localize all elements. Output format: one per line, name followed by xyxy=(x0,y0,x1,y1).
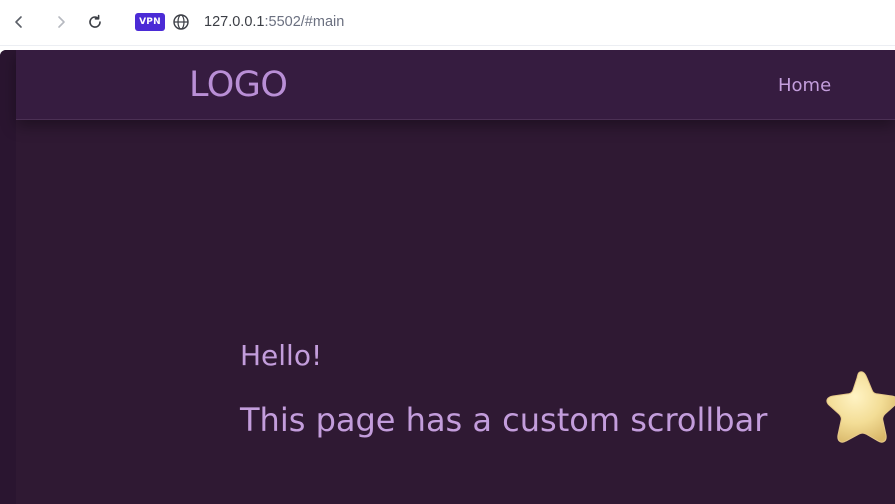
address-bar[interactable]: 127.0.0.1:5502/#main xyxy=(204,13,344,31)
back-button[interactable] xyxy=(8,11,30,33)
hero-greeting: Hello! xyxy=(240,339,323,372)
star-icon xyxy=(826,371,895,443)
reload-button[interactable] xyxy=(84,11,106,33)
globe-icon[interactable] xyxy=(172,13,190,31)
reload-icon xyxy=(89,14,101,28)
url-path: :5502/#main xyxy=(264,14,345,30)
site-header: LOGO Home xyxy=(16,50,895,120)
chevron-right-icon xyxy=(58,16,65,28)
hero-subtitle: This page has a custom scrollbar xyxy=(240,401,768,439)
forward-button[interactable] xyxy=(50,11,72,33)
url-host: 127.0.0.1 xyxy=(204,14,265,30)
chevron-left-icon xyxy=(15,16,22,28)
vpn-badge[interactable]: VPN xyxy=(135,13,165,31)
browser-toolbar: VPN 127.0.0.1:5502/#main xyxy=(0,0,895,46)
page-viewport: LOGO Home Hello! This page has a custom … xyxy=(0,50,895,504)
page-left-edge xyxy=(0,50,16,504)
logo[interactable]: LOGO xyxy=(189,63,288,107)
nav-link-home[interactable]: Home xyxy=(778,74,831,98)
